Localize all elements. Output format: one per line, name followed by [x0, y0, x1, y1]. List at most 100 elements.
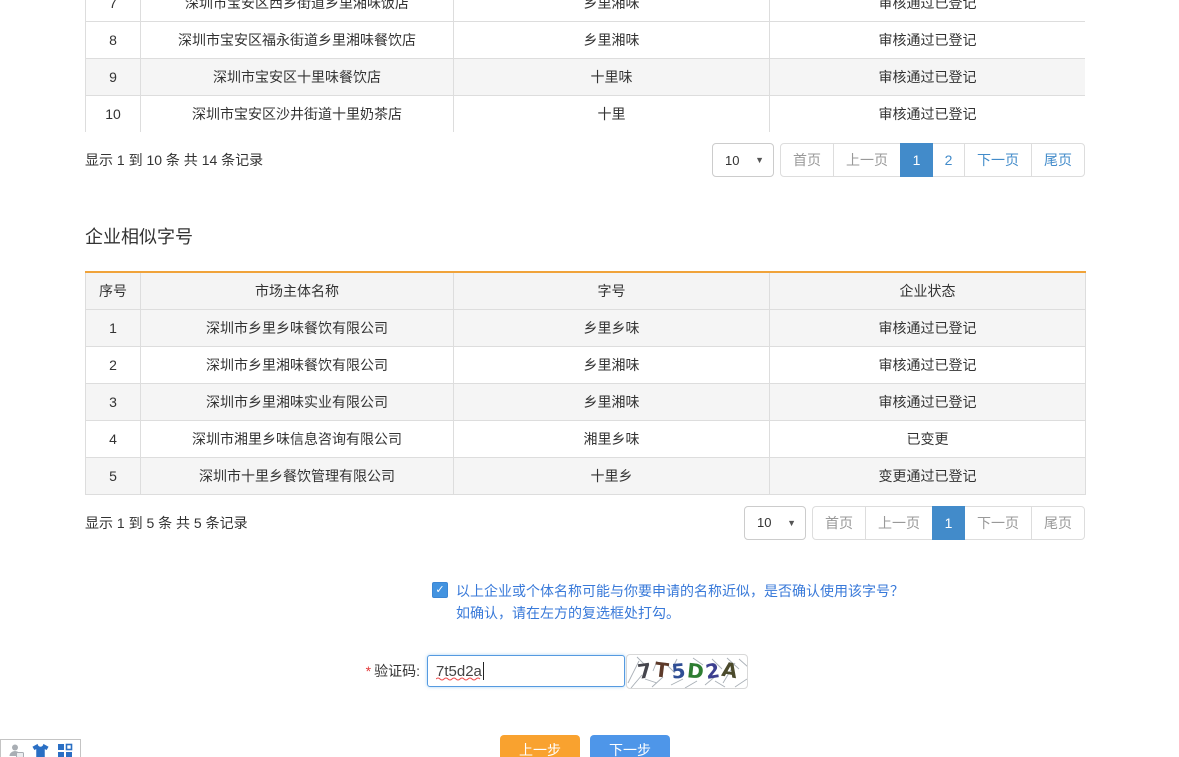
page-button-group: 首页 上一页 1 2 下一页 尾页: [780, 143, 1085, 177]
prev-page-button[interactable]: 上一页: [833, 143, 901, 177]
header-no: 序号: [86, 272, 141, 309]
page-button-group: 首页 上一页 1 下一页 尾页: [812, 506, 1085, 540]
section-title: 企业相似字号: [85, 223, 1085, 249]
step-actions: 上一步 下一步: [85, 735, 1085, 757]
entity-name: 深圳市宝安区十里味餐饮店: [141, 59, 454, 96]
trade-name: 乡里湘味: [454, 346, 770, 383]
confirm-block: ✓ 以上企业或个体名称可能与你要申请的名称近似，是否确认使用该字号？ 如确认，请…: [85, 580, 1085, 624]
name-check-table-clipped: 7 深圳市宝安区西乡街道乡里湘味饭店 乡里湘味 审核通过已登记 8 深圳市宝安区…: [85, 0, 1085, 132]
trade-name: 乡里乡味: [454, 309, 770, 346]
entity-status: 审核通过已登记: [770, 59, 1086, 96]
entity-name: 深圳市宝安区沙井街道十里奶茶店: [141, 96, 454, 133]
prev-page-button[interactable]: 上一页: [865, 506, 933, 540]
table-row: 8 深圳市宝安区福永街道乡里湘味餐饮店 乡里湘味 审核通过已登记: [86, 22, 1086, 59]
entity-name: 深圳市宝安区福永街道乡里湘味餐饮店: [141, 22, 454, 59]
records-summary: 显示 1 到 5 条 共 5 条记录: [85, 513, 248, 533]
header-name: 市场主体名称: [141, 272, 454, 309]
similar-names-table: 序号 市场主体名称 字号 企业状态 1 深圳市乡里乡味餐饮有限公司 乡里乡味 审…: [85, 271, 1086, 495]
text-caret: [483, 662, 484, 680]
captcha-char: A: [719, 657, 740, 684]
captcha-input[interactable]: [427, 655, 625, 687]
caret-down-icon: ▼: [755, 155, 764, 165]
captcha-image[interactable]: 7 T 5 D 2 A: [626, 654, 748, 689]
table-row: 2 深圳市乡里湘味餐饮有限公司 乡里湘味 审核通过已登记: [86, 346, 1086, 383]
trade-name: 十里: [454, 96, 770, 133]
table-row: 9 深圳市宝安区十里味餐饮店 十里味 审核通过已登记: [86, 59, 1086, 96]
page-1-button[interactable]: 1: [932, 506, 965, 540]
spellcheck-squiggle: [436, 677, 482, 681]
confirm-line-1: 以上企业或个体名称可能与你要申请的名称近似，是否确认使用该字号？: [456, 580, 904, 602]
row-no: 10: [86, 96, 141, 133]
entity-name: 深圳市乡里乡味餐饮有限公司: [141, 309, 454, 346]
captcha-label: *验证码:: [85, 661, 420, 681]
top-pagination: 显示 1 到 10 条 共 14 条记录 10 ▼ 首页 上一页 1 2 下一页…: [85, 143, 1085, 177]
row-no: 5: [86, 457, 141, 494]
page-size-select[interactable]: 10 ▼: [744, 506, 806, 540]
entity-status: 审核通过已登记: [770, 309, 1086, 346]
row-no: 7: [86, 0, 141, 22]
caret-down-icon: ▼: [787, 518, 796, 528]
table-row: 4 深圳市湘里乡味信息咨询有限公司 湘里乡味 已变更: [86, 420, 1086, 457]
entity-name: 深圳市乡里湘味餐饮有限公司: [141, 346, 454, 383]
row-no: 4: [86, 420, 141, 457]
check-icon: ✓: [435, 584, 444, 596]
grid-icon[interactable]: [57, 743, 73, 757]
entity-status: 审核通过已登记: [770, 22, 1086, 59]
entity-status: 已变更: [770, 420, 1086, 457]
table-row: 5 深圳市十里乡餐饮管理有限公司 十里乡 变更通过已登记: [86, 457, 1086, 494]
entity-name: 深圳市湘里乡味信息咨询有限公司: [141, 420, 454, 457]
last-page-button[interactable]: 尾页: [1031, 143, 1085, 177]
trade-name: 乡里湘味: [454, 0, 770, 22]
captcha-label-text: 验证码:: [374, 663, 420, 679]
captcha-row: *验证码: 7 T 5: [85, 654, 1085, 689]
trade-name: 十里味: [454, 59, 770, 96]
first-page-button[interactable]: 首页: [812, 506, 866, 540]
page-1-button[interactable]: 1: [900, 143, 933, 177]
confirm-text: 以上企业或个体名称可能与你要申请的名称近似，是否确认使用该字号？ 如确认，请在左…: [456, 580, 904, 624]
header-brand: 字号: [454, 272, 770, 309]
page-size-select[interactable]: 10 ▼: [712, 143, 774, 177]
entity-status: 审核通过已登记: [770, 0, 1086, 22]
row-no: 2: [86, 346, 141, 383]
next-step-button[interactable]: 下一步: [590, 735, 670, 757]
page-size-value: 10: [757, 515, 771, 530]
captcha-input-wrap: [427, 655, 625, 687]
table-row: 1 深圳市乡里乡味餐饮有限公司 乡里乡味 审核通过已登记: [86, 309, 1086, 346]
table-row: 3 深圳市乡里湘味实业有限公司 乡里湘味 审核通过已登记: [86, 383, 1086, 420]
corner-toolbar: [0, 739, 81, 757]
entity-name: 深圳市宝安区西乡街道乡里湘味饭店: [141, 0, 454, 22]
page-2-button[interactable]: 2: [932, 143, 965, 177]
trade-name: 乡里湘味: [454, 383, 770, 420]
person-icon[interactable]: [8, 743, 24, 757]
required-asterisk: *: [366, 663, 371, 679]
row-no: 1: [86, 309, 141, 346]
page-size-value: 10: [725, 153, 739, 168]
table-row: 7 深圳市宝安区西乡街道乡里湘味饭店 乡里湘味 审核通过已登记: [86, 0, 1086, 22]
page-content: 7 深圳市宝安区西乡街道乡里湘味饭店 乡里湘味 审核通过已登记 8 深圳市宝安区…: [85, 0, 1085, 757]
row-no: 8: [86, 22, 141, 59]
tshirt-icon[interactable]: [32, 743, 49, 757]
row-no: 9: [86, 59, 141, 96]
confirm-line-2: 如确认，请在左方的复选框处打勾。: [456, 602, 904, 624]
trade-name: 乡里湘味: [454, 22, 770, 59]
previous-step-button[interactable]: 上一步: [500, 735, 580, 757]
next-page-button[interactable]: 下一页: [964, 506, 1032, 540]
entity-name: 深圳市乡里湘味实业有限公司: [141, 383, 454, 420]
table-row: 10 深圳市宝安区沙井街道十里奶茶店 十里 审核通过已登记: [86, 96, 1086, 133]
pagination-controls: 10 ▼ 首页 上一页 1 2 下一页 尾页: [712, 143, 1085, 177]
entity-status: 审核通过已登记: [770, 96, 1086, 133]
header-status: 企业状态: [770, 272, 1086, 309]
entity-name: 深圳市十里乡餐饮管理有限公司: [141, 457, 454, 494]
last-page-button[interactable]: 尾页: [1031, 506, 1085, 540]
confirm-checkbox[interactable]: ✓: [432, 582, 448, 598]
records-summary: 显示 1 到 10 条 共 14 条记录: [85, 150, 263, 170]
first-page-button[interactable]: 首页: [780, 143, 834, 177]
trade-name: 湘里乡味: [454, 420, 770, 457]
next-page-button[interactable]: 下一页: [964, 143, 1032, 177]
trade-name: 十里乡: [454, 457, 770, 494]
similar-pagination: 显示 1 到 5 条 共 5 条记录 10 ▼ 首页 上一页 1 下一页 尾页: [85, 506, 1085, 540]
pagination-controls: 10 ▼ 首页 上一页 1 下一页 尾页: [744, 506, 1085, 540]
captcha-characters: 7 T 5 D 2 A: [636, 659, 738, 683]
name-check-table: 7 深圳市宝安区西乡街道乡里湘味饭店 乡里湘味 审核通过已登记 8 深圳市宝安区…: [85, 0, 1085, 132]
entity-status: 变更通过已登记: [770, 457, 1086, 494]
